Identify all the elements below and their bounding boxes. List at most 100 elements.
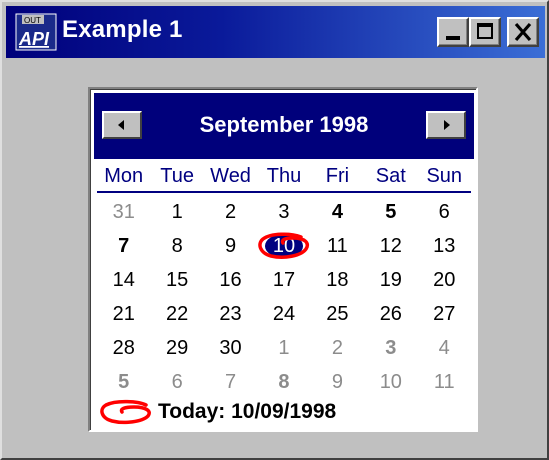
day-cell[interactable]: 7 (204, 365, 257, 399)
day-cell[interactable]: 27 (418, 297, 471, 331)
week-row: 14 15 16 17 18 19 20 (97, 263, 471, 297)
day-number: 24 (272, 303, 296, 325)
day-cell[interactable]: 1 (150, 195, 203, 229)
day-cell[interactable]: 17 (257, 263, 310, 297)
day-number: 31 (112, 201, 135, 223)
day-number: 25 (326, 303, 349, 325)
day-number: 2 (331, 337, 343, 359)
day-cell[interactable]: 24 (257, 297, 310, 331)
day-cell[interactable]: 19 (364, 263, 417, 297)
svg-text:OUT: OUT (24, 16, 41, 25)
day-number: 5 (118, 371, 130, 393)
maximize-button[interactable] (469, 17, 501, 47)
day-number: 11 (327, 235, 348, 257)
weekday-label: Fri (325, 165, 350, 187)
window-title: Example 1 (62, 16, 183, 43)
day-cell[interactable]: 1 (257, 331, 310, 365)
calendar-header: September 1998 (94, 93, 474, 159)
day-number: 1 (171, 201, 183, 223)
day-cell[interactable]: 28 (97, 331, 150, 365)
day-cell[interactable]: 13 (418, 229, 471, 263)
day-cell[interactable]: 10 (364, 365, 417, 399)
svg-text:API: API (18, 29, 50, 49)
week-row: 28 29 30 1 2 3 4 (97, 331, 471, 365)
day-grid: 31 1 2 3 4 5 6 7 8 9 10 11 12 13 14 15 16 17 18 19 20 21 22 23 2… (97, 195, 471, 399)
day-number: 12 (379, 235, 402, 257)
day-cell[interactable]: 14 (97, 263, 150, 297)
day-number: 3 (278, 201, 290, 223)
day-number: 11 (433, 371, 455, 393)
day-number: 22 (166, 303, 189, 325)
weekday-label: Thu (266, 165, 302, 187)
today-footer[interactable]: Today: 10/09/1998 (98, 397, 336, 427)
day-number: 17 (272, 269, 296, 291)
day-number: 3 (385, 337, 397, 359)
next-month-button[interactable] (426, 111, 466, 139)
week-row: 5 6 7 8 9 10 11 (97, 365, 471, 399)
day-number: 6 (171, 371, 183, 393)
day-number: 13 (433, 235, 456, 257)
day-cell[interactable]: 25 (311, 297, 364, 331)
day-cell[interactable]: 4 (311, 195, 364, 229)
day-cell[interactable]: 26 (364, 297, 417, 331)
day-cell[interactable]: 3 (364, 331, 417, 365)
day-cell[interactable]: 30 (204, 331, 257, 365)
day-number: 8 (278, 371, 290, 393)
day-cell[interactable]: 8 (150, 229, 203, 263)
minimize-button[interactable] (437, 17, 469, 47)
arrow-left-icon (118, 120, 124, 130)
day-cell[interactable]: 2 (204, 195, 257, 229)
day-number: 18 (326, 269, 349, 291)
week-row: 31 1 2 3 4 5 6 (97, 195, 471, 229)
maximize-icon (477, 23, 493, 39)
day-cell[interactable]: 22 (150, 297, 203, 331)
day-number: 9 (224, 235, 237, 257)
today-label: Today: 10/09/1998 (158, 400, 337, 423)
close-icon (514, 22, 532, 42)
day-number: 26 (379, 303, 402, 325)
day-number: 6 (438, 201, 450, 223)
day-cell[interactable]: 6 (418, 195, 471, 229)
day-cell[interactable]: 2 (311, 331, 364, 365)
day-number: 1 (278, 337, 290, 359)
day-cell[interactable]: 21 (97, 297, 150, 331)
day-cell[interactable]: 20 (418, 263, 471, 297)
month-calendar[interactable]: September 1998 Mon Tue Wed Thu Fri Sat S… (88, 87, 478, 432)
day-number: 16 (219, 269, 242, 291)
day-cell[interactable]: 31 (97, 195, 150, 229)
day-cell[interactable]: 29 (150, 331, 203, 365)
api-app-icon: OUT API (15, 13, 57, 51)
day-cell[interactable]: 16 (204, 263, 257, 297)
day-cell-selected[interactable]: 10 (257, 229, 310, 263)
day-cell[interactable]: 9 (311, 365, 364, 399)
day-cell[interactable]: 3 (257, 195, 310, 229)
week-row: 7 8 9 10 11 12 13 (97, 229, 471, 263)
day-number: 7 (224, 371, 237, 393)
day-cell[interactable]: 5 (97, 365, 150, 399)
day-number: 29 (166, 337, 189, 359)
day-number: 20 (433, 269, 456, 291)
close-button[interactable] (507, 17, 539, 47)
day-cell[interactable]: 5 (364, 195, 417, 229)
day-number: 8 (171, 235, 183, 257)
day-cell[interactable]: 8 (257, 365, 310, 399)
day-cell[interactable]: 11 (311, 229, 364, 263)
prev-month-button[interactable] (102, 111, 142, 139)
weekday-label: Wed (210, 165, 251, 187)
month-year-label[interactable]: September 1998 (154, 111, 414, 139)
weekday-label: Sat (375, 165, 406, 187)
week-row: 21 22 23 24 25 26 27 (97, 297, 471, 331)
day-cell[interactable]: 9 (204, 229, 257, 263)
day-cell[interactable]: 18 (311, 263, 364, 297)
day-cell[interactable]: 4 (418, 331, 471, 365)
day-number: 10 (264, 234, 304, 258)
day-cell[interactable]: 11 (418, 365, 471, 399)
title-bar[interactable]: OUT API Example 1 (6, 6, 545, 58)
weekday-label: Sun (426, 165, 463, 187)
day-cell[interactable]: 15 (150, 263, 203, 297)
day-cell[interactable]: 12 (364, 229, 417, 263)
day-cell[interactable]: 6 (150, 365, 203, 399)
day-cell[interactable]: 23 (204, 297, 257, 331)
day-cell[interactable]: 7 (97, 229, 150, 263)
day-number: 30 (219, 337, 242, 359)
